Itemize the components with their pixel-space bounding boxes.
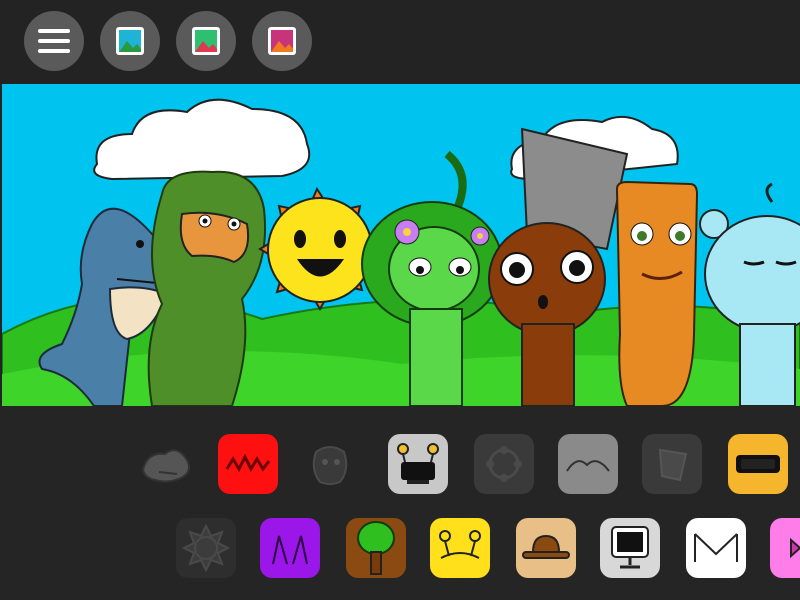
palette-purple-horns[interactable] [260,518,320,578]
palette-shark-face[interactable] [135,434,195,494]
pink-bow-icon [790,537,800,559]
red-spikes-icon [225,453,271,473]
orange-visor-icon [736,455,780,473]
image-blue-icon [116,27,144,55]
palette-orange-visor[interactable] [728,434,788,494]
shark-face-icon [141,449,190,483]
palette-sun-outline[interactable] [176,518,236,578]
bucket-hat-icon [658,448,688,482]
palette-brown-hat[interactable] [516,518,576,578]
image-green-icon [192,27,220,55]
background-green-button[interactable] [176,11,236,71]
white-envelope-icon [694,533,738,562]
stage [2,84,800,406]
background-red-button[interactable] [252,11,312,71]
palette-bigfoot-face[interactable] [300,434,360,494]
yellow-antennae-icon [439,530,481,559]
stage-scene [2,98,800,406]
menu-icon [38,29,70,53]
palette-tree[interactable] [346,518,406,578]
grey-ears-icon [566,460,610,472]
palette-grey-ears[interactable] [558,434,618,494]
sun-outline-icon [181,523,231,573]
background-blue-button[interactable] [100,11,160,71]
palette-pink-bow[interactable] [770,518,800,578]
toolbar [0,0,800,84]
menu-button[interactable] [24,11,84,71]
palette-speaker-box[interactable] [388,434,448,494]
flower-wreath-icon [486,446,522,482]
palette-yellow-antennae[interactable] [430,518,490,578]
palette-white-envelope[interactable] [686,518,746,578]
purple-horns-icon [272,535,308,565]
wooden-totem-character [615,180,699,406]
palette-computer[interactable] [600,518,660,578]
speaker-box-icon [397,443,439,484]
computer-icon [611,526,649,569]
tree-icon [357,521,395,575]
bigfoot-face-icon [312,446,348,485]
brown-hat-icon [522,534,570,559]
sun-character [258,186,383,311]
cloud-left [93,98,311,181]
image-red-icon [268,27,296,55]
palette-red-spikes[interactable] [218,434,278,494]
palette-bucket-hat[interactable] [642,434,702,494]
palette-flower-wreath[interactable] [474,434,534,494]
sound-palette [0,406,800,600]
